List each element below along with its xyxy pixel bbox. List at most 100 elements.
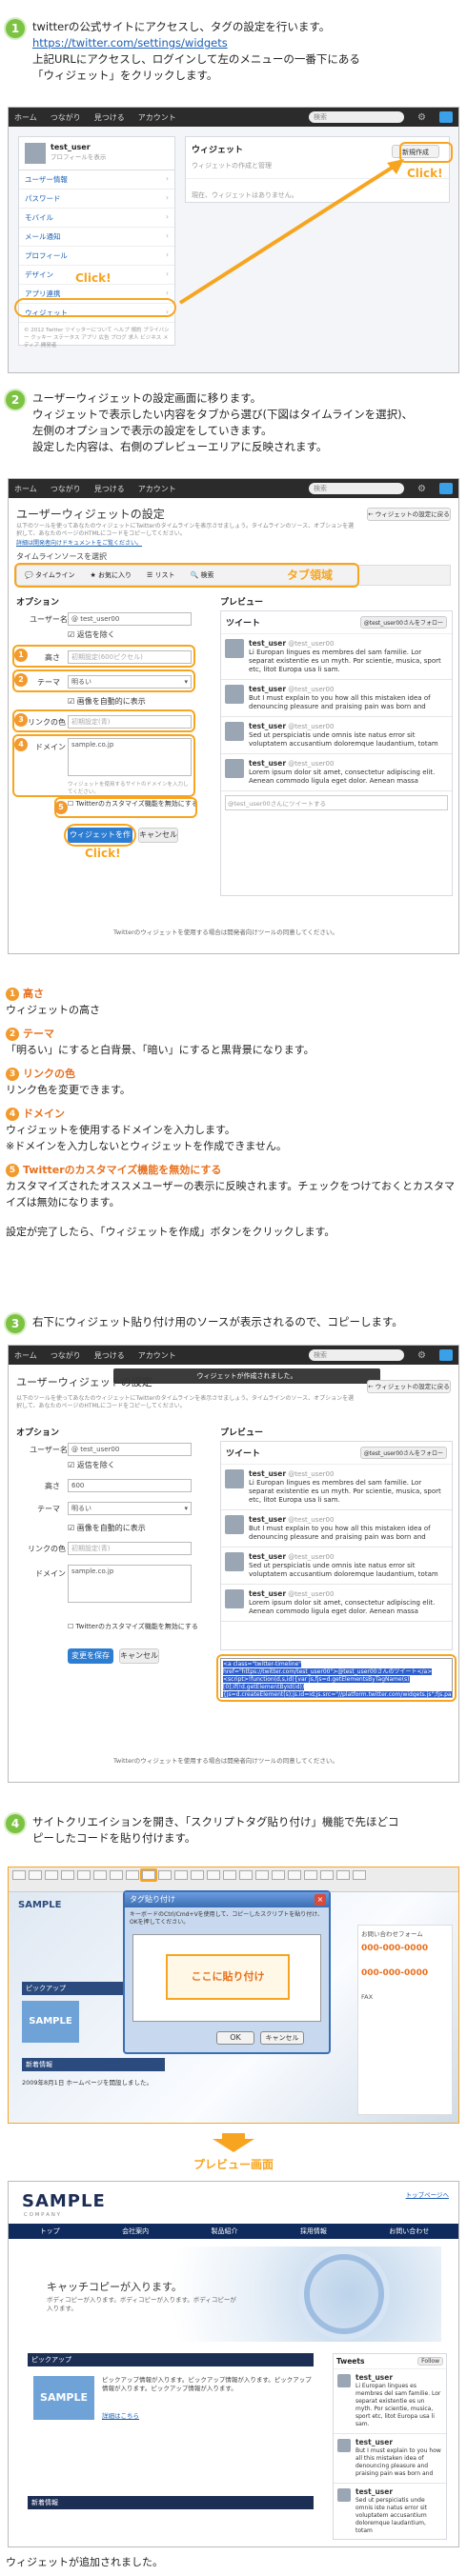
linkcolor-field[interactable]: 初期設定(青): [68, 1542, 192, 1555]
inquiry-link[interactable]: お問い合わせフォーム: [361, 1928, 449, 1938]
cancel-button[interactable]: キャンセル: [260, 2031, 304, 2045]
sidebar-item[interactable]: メール通知 ›: [19, 228, 174, 247]
step-4: 4 サイトクリエイションを開き、「スクリプトタグ貼り付け」機能で先ほどコ ピーし…: [6, 1814, 461, 1847]
legend-number: 3: [6, 1067, 19, 1081]
preview-heading: プレビュー: [220, 1428, 264, 1438]
nav-discover[interactable]: 見つける: [94, 112, 125, 123]
ok-button[interactable]: OK: [216, 2031, 254, 2045]
toolbar-tool-icon[interactable]: [223, 1870, 236, 1880]
username-field[interactable]: @ test_user00: [68, 612, 192, 626]
toolbar-tool-icon[interactable]: [288, 1870, 301, 1880]
domain-field[interactable]: sample.co.jp: [68, 1565, 192, 1603]
username-field[interactable]: @ test_user00: [68, 1443, 192, 1456]
save-button[interactable]: 変更を保存: [68, 1648, 113, 1664]
callout-badge: 3: [14, 713, 28, 727]
site-nav-item[interactable]: 会社案内: [122, 2227, 149, 2236]
toolbar-tool-icon[interactable]: [158, 1870, 172, 1880]
site-logo-sub: C O M P A N Y: [24, 2212, 60, 2218]
toolbar-tool-icon[interactable]: [61, 1870, 74, 1880]
gear-icon[interactable]: ⚙: [417, 484, 426, 494]
gear-icon[interactable]: ⚙: [417, 1350, 426, 1361]
sidebar-item[interactable]: モバイル ›: [19, 209, 174, 228]
nav-account[interactable]: アカウント: [138, 112, 176, 123]
compose-icon[interactable]: [439, 483, 453, 494]
height-field[interactable]: 600: [68, 1479, 192, 1492]
paste-area[interactable]: ここに貼り付け: [132, 1934, 321, 2022]
nav-discover[interactable]: 見つける: [94, 484, 125, 494]
pickup-bar: ピックアップ: [28, 2353, 314, 2366]
highlight-create: [64, 824, 136, 847]
toolbar-tool-icon[interactable]: [336, 1870, 350, 1880]
top-link[interactable]: トップページへ: [406, 2189, 449, 2199]
tweet-compose[interactable]: @test_user00さんにツイートする: [225, 795, 448, 810]
follow-button[interactable]: @test_user00さんをフォロー: [359, 1447, 447, 1459]
toolbar-tool-icon[interactable]: [272, 1870, 285, 1880]
toolbar-tool-icon[interactable]: [77, 1870, 91, 1880]
toolbar-tool-icon[interactable]: [45, 1870, 58, 1880]
toolbar-tool-icon[interactable]: [12, 1870, 26, 1880]
toolbar-tool-icon[interactable]: [320, 1870, 334, 1880]
theme-select[interactable]: 明るい ▾: [68, 1502, 192, 1515]
cancel-button[interactable]: キャンセル: [138, 828, 178, 843]
compose-icon[interactable]: [439, 1349, 453, 1361]
screenshot-widget-config: ホーム つながり 見つける アカウント 検索 ⚙ ユーザーウィジェットの設定 ←…: [8, 478, 459, 954]
tab-area-label: タブ領域: [287, 569, 334, 582]
nav-home[interactable]: ホーム: [14, 112, 37, 123]
nav-connect[interactable]: つながり: [51, 484, 81, 494]
search-input[interactable]: 検索: [309, 111, 405, 123]
nav-account[interactable]: アカウント: [138, 1350, 176, 1361]
toolbar-tool-icon[interactable]: [174, 1870, 188, 1880]
autolink-checkbox[interactable]: ☑ 画像を自動的に表示: [68, 696, 146, 707]
cancel-button[interactable]: キャンセル: [119, 1648, 159, 1664]
toolbar-tool-icon[interactable]: [191, 1870, 204, 1880]
follow-button[interactable]: Follow: [417, 2357, 443, 2366]
toolbar-tool-icon[interactable]: [239, 1870, 253, 1880]
toolbar-tool-icon[interactable]: [304, 1870, 317, 1880]
toolbar-tool-icon[interactable]: [29, 1870, 42, 1880]
sidebar-item[interactable]: ユーザー情報 ›: [19, 170, 174, 190]
toolbar-tool-icon[interactable]: [110, 1870, 123, 1880]
reply-checkbox[interactable]: ☑ 返信を除く: [68, 629, 115, 640]
widgets-url-link[interactable]: https://twitter.com/settings/widgets: [32, 36, 228, 50]
linkcolor-label: リンクの色: [28, 1545, 66, 1553]
search-input[interactable]: 検索: [309, 483, 405, 494]
step-text: ウィジェットで表示したい内容をタブから選び(下図はタイムラインを選択)、: [32, 408, 414, 421]
site-nav-item[interactable]: 製品紹介: [211, 2227, 237, 2236]
step-text: twitterの公式サイトにアクセスし、タグの設定を行います。: [32, 20, 331, 33]
site-nav-item[interactable]: 採用情報: [300, 2227, 327, 2236]
twitter-widget: Tweets Follow test_user Li Europan lingue…: [333, 2353, 447, 2540]
nav-account[interactable]: アカウント: [138, 484, 176, 494]
twitter-topbar: ホーム つながり 見つける アカウント 検索 ⚙: [9, 108, 458, 127]
username-label: ユーザー名: [30, 615, 68, 624]
custom-disable-checkbox[interactable]: ☐ Twitterのカスタマイズ機能を無効にする: [68, 1622, 201, 1631]
search-input[interactable]: 検索: [309, 1349, 405, 1361]
twitter-topbar: ホーム つながり 見つける アカウント 検索 ⚙: [9, 479, 458, 498]
toolbar-tool-icon[interactable]: [207, 1870, 220, 1880]
nav-connect[interactable]: つながり: [51, 1350, 81, 1361]
doc-link[interactable]: 詳細は開発者向けドキュメントをご覧ください。: [16, 538, 142, 547]
profile-link[interactable]: プロフィールを表示: [51, 151, 106, 161]
follow-button[interactable]: @test_user00さんをフォロー: [359, 616, 447, 629]
compose-icon[interactable]: [439, 111, 453, 123]
toolbar-tool-icon[interactable]: [353, 1870, 366, 1880]
gear-icon[interactable]: ⚙: [417, 112, 426, 123]
tweet-item: test_user @test_user00 But I must explain…: [221, 1510, 452, 1548]
nav-home[interactable]: ホーム: [14, 1350, 37, 1361]
toolbar-tool-icon[interactable]: [255, 1870, 269, 1880]
nav-connect[interactable]: つながり: [51, 112, 81, 123]
nav-discover[interactable]: 見つける: [94, 1350, 125, 1361]
back-button[interactable]: ← ウィジェットの設定に戻る: [367, 1380, 451, 1393]
more-link[interactable]: 詳細はこちら: [102, 2410, 139, 2420]
close-icon[interactable]: ×: [315, 1894, 326, 1906]
reply-checkbox[interactable]: ☑ 返信を除く: [68, 1460, 115, 1470]
sidebar-item[interactable]: パスワード ›: [19, 190, 174, 209]
sidebar-item[interactable]: プロフィール ›: [19, 247, 174, 266]
back-button[interactable]: ← ウィジェットの設定に戻る: [367, 508, 451, 521]
site-nav-item[interactable]: トップ: [40, 2227, 60, 2236]
toolbar-tool-icon[interactable]: [93, 1870, 107, 1880]
nav-home[interactable]: ホーム: [14, 484, 37, 494]
site-nav-item[interactable]: お問い合わせ: [389, 2227, 429, 2236]
footer-note: Twitterのウィジェットを使用する場合は開発者向けツールの同意してください。: [113, 1757, 338, 1765]
toolbar-tool-icon[interactable]: [126, 1870, 139, 1880]
autolink-checkbox[interactable]: ☑ 画像を自動的に表示: [68, 1523, 146, 1533]
